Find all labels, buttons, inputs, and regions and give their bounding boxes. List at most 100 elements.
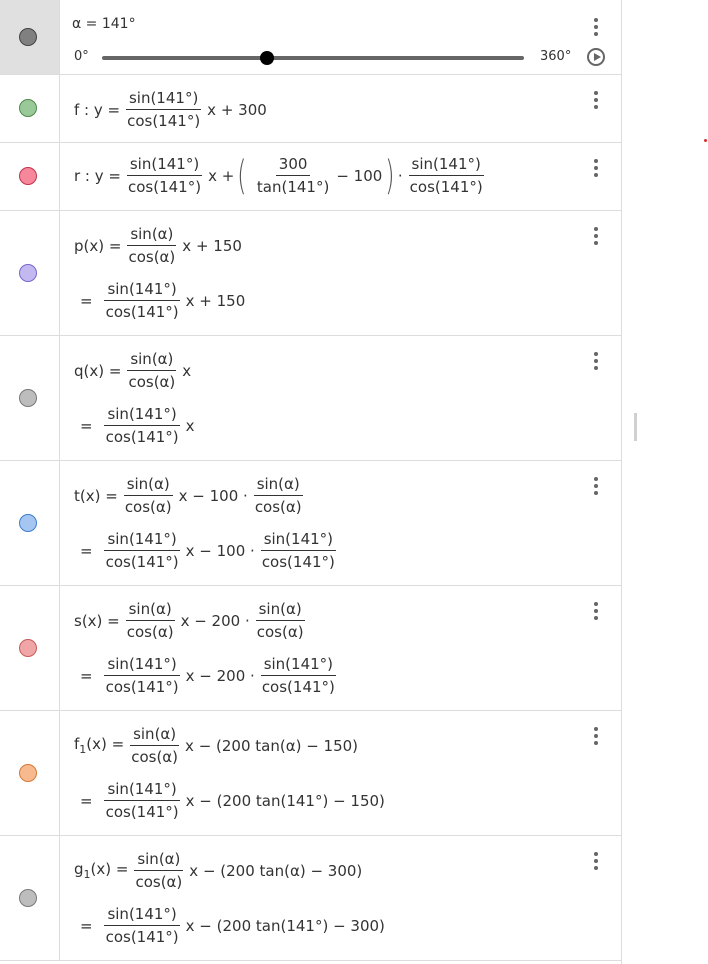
marble-column xyxy=(0,586,60,710)
value-line: = sin(141°) cos(141°) x − (200 tan(141°) … xyxy=(74,905,385,946)
lhs-rest: (x) = xyxy=(90,860,129,878)
slider-track[interactable] xyxy=(102,56,524,60)
value-line: = sin(141°) cos(141°) x − 100 · sin(141°)… xyxy=(74,530,342,571)
visibility-marble[interactable] xyxy=(19,28,37,46)
lhs-subscript: 1 xyxy=(83,868,91,881)
lhs: s(x) = xyxy=(74,611,120,630)
denominator: cos(141°) xyxy=(105,303,179,321)
visibility-marble[interactable] xyxy=(19,167,37,185)
denominator: cos(141°) xyxy=(127,112,201,130)
algebra-row-t[interactable]: t(x) = sin(α) cos(α) x − 100 · sin(α) cos(… xyxy=(0,461,621,586)
fraction: sin(141°) cos(141°) xyxy=(103,655,182,696)
more-menu-icon[interactable] xyxy=(593,159,599,180)
denominator: cos(141°) xyxy=(261,678,335,696)
equals-sign: = xyxy=(80,666,93,685)
open-paren: ( xyxy=(237,152,247,199)
visibility-marble[interactable] xyxy=(19,99,37,117)
marble-column xyxy=(0,75,60,142)
definition-line[interactable]: q(x) = sin(α) cos(α) x xyxy=(74,350,191,391)
more-menu-icon[interactable] xyxy=(593,852,599,873)
equals-sign: = xyxy=(80,791,93,810)
fraction: sin(α) cos(α) xyxy=(132,850,185,891)
more-menu-icon[interactable] xyxy=(593,18,599,39)
numerator: sin(α) xyxy=(130,725,180,746)
fraction: sin(141°) cos(141°) xyxy=(103,530,182,571)
fraction: sin(141°) cos(141°) xyxy=(125,155,204,196)
visibility-marble[interactable] xyxy=(19,889,37,907)
denominator: cos(α) xyxy=(126,623,174,641)
more-menu-icon[interactable] xyxy=(593,727,599,748)
definition-line[interactable]: t(x) = sin(α) cos(α) x − 100 · sin(α) cos(… xyxy=(74,475,309,516)
visibility-marble[interactable] xyxy=(19,514,37,532)
definition-line[interactable]: s(x) = sin(α) cos(α) x − 200 · sin(α) cos(… xyxy=(74,600,311,641)
definition-line[interactable]: p(x) = sin(α) cos(α) x + 150 xyxy=(74,225,242,266)
tail: x − (200 tan(α) − 300) xyxy=(189,861,363,880)
algebra-view: α = 141° 0° 360° f : y = sin(141°) cos(14… xyxy=(0,0,622,964)
denominator: cos(141°) xyxy=(105,553,179,571)
denominator: cos(α) xyxy=(124,498,172,516)
numerator: sin(141°) xyxy=(260,530,337,551)
denominator: cos(141°) xyxy=(127,178,202,196)
definition-line[interactable]: f1(x) = sin(α) cos(α) x − (200 tan(α) − 1… xyxy=(74,725,358,766)
more-menu-icon[interactable] xyxy=(593,477,599,498)
algebra-row-p[interactable]: p(x) = sin(α) cos(α) x + 150 = sin(141°) c… xyxy=(0,211,621,336)
fraction: sin(141°) cos(141°) xyxy=(103,280,182,321)
algebra-row-s[interactable]: s(x) = sin(α) cos(α) x − 200 · sin(α) cos(… xyxy=(0,586,621,711)
tail: x − (200 tan(141°) − 300) xyxy=(185,916,385,935)
marble-column xyxy=(0,461,60,585)
denominator: cos(α) xyxy=(128,373,176,391)
slider-row[interactable]: α = 141° 0° 360° xyxy=(0,0,621,75)
more-menu-icon[interactable] xyxy=(593,352,599,373)
equals-sign: = xyxy=(80,416,93,435)
slider-label[interactable]: α = 141° xyxy=(72,16,136,32)
tail: x + 150 xyxy=(185,291,246,310)
marble-column xyxy=(0,711,60,835)
fraction: sin(141°) cos(141°) xyxy=(103,905,182,946)
marble-column xyxy=(0,336,60,460)
fraction: sin(α) cos(α) xyxy=(124,600,177,641)
equals-sign: = xyxy=(80,541,93,560)
numerator: sin(141°) xyxy=(104,780,180,801)
numerator: sin(141°) xyxy=(104,655,180,676)
slider-knob[interactable] xyxy=(260,51,275,65)
more-menu-icon[interactable] xyxy=(593,602,599,623)
visibility-marble[interactable] xyxy=(19,264,37,282)
inner-fraction: 300 tan(141°) xyxy=(254,155,332,196)
denominator: cos(141°) xyxy=(261,553,335,571)
lhs: q(x) = xyxy=(74,361,122,380)
denominator: cos(141°) xyxy=(105,428,179,446)
marble-column xyxy=(0,211,60,335)
definition-line[interactable]: r : y = sin(141°) cos(141°) x + ( 300 tan(… xyxy=(74,155,490,196)
visibility-marble[interactable] xyxy=(19,639,37,657)
algebra-row-q[interactable]: q(x) = sin(α) cos(α) x = sin(141°) cos(141… xyxy=(0,336,621,461)
lhs: f : y = xyxy=(74,100,121,119)
algebra-row-r[interactable]: r : y = sin(141°) cos(141°) x + ( 300 tan(… xyxy=(0,143,621,211)
dot-operator: · xyxy=(397,166,403,185)
tail: x + 300 xyxy=(207,100,267,119)
visibility-marble[interactable] xyxy=(19,389,37,407)
fraction: sin(α) cos(α) xyxy=(125,225,178,266)
numerator: sin(α) xyxy=(253,475,303,496)
value-line: = sin(141°) cos(141°) x + 150 xyxy=(74,280,245,321)
play-icon[interactable] xyxy=(587,48,605,66)
algebra-row-g1[interactable]: g1(x) = sin(α) cos(α) x − (200 tan(α) − 3… xyxy=(0,836,621,961)
denominator: tan(141°) xyxy=(256,178,330,196)
tail: x − 200 · xyxy=(180,611,250,630)
denominator: cos(141°) xyxy=(105,678,179,696)
definition-line[interactable]: g1(x) = sin(α) cos(α) x − (200 tan(α) − 3… xyxy=(74,850,362,891)
tail: x + 150 xyxy=(182,236,242,255)
denominator: cos(α) xyxy=(128,248,176,266)
scrollbar-thumb[interactable] xyxy=(634,413,637,441)
tail: x − 200 · xyxy=(185,666,255,685)
slider-min-label: 0° xyxy=(74,49,89,64)
visibility-marble[interactable] xyxy=(19,764,37,782)
algebra-row-f1[interactable]: f1(x) = sin(α) cos(α) x − (200 tan(α) − 1… xyxy=(0,711,621,836)
tail: x − 100 · xyxy=(185,541,255,560)
more-menu-icon[interactable] xyxy=(593,227,599,248)
slider-max-label: 360° xyxy=(540,49,572,64)
numerator: sin(α) xyxy=(127,350,177,371)
definition-line[interactable]: f : y = sin(141°) cos(141°) x + 300 xyxy=(74,89,267,130)
inner-tail: − 100 xyxy=(336,166,383,185)
algebra-row-f[interactable]: f : y = sin(141°) cos(141°) x + 300 xyxy=(0,75,621,143)
more-menu-icon[interactable] xyxy=(593,91,599,112)
